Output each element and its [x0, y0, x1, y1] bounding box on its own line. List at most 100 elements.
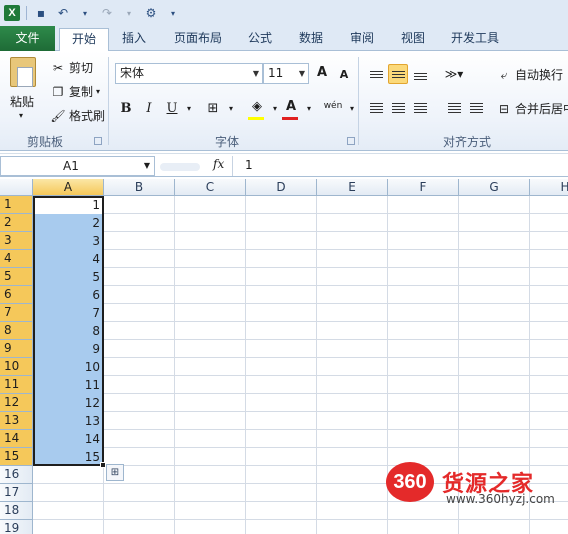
font-size-combo[interactable]: 11 ▼	[263, 63, 309, 84]
name-box-dropdown-icon[interactable]: ▼	[144, 157, 150, 175]
orientation-icon[interactable]: ≫▾	[444, 64, 464, 84]
row-header[interactable]: 11	[0, 376, 33, 394]
cell-a9[interactable]: 9	[33, 340, 104, 358]
tab-insert[interactable]: 插入	[114, 28, 154, 51]
merge-center-button[interactable]: ⊟ 合并后居中	[496, 100, 568, 117]
insert-function-icon[interactable]: fx	[213, 157, 224, 171]
italic-button[interactable]: I	[140, 100, 158, 118]
row-header[interactable]: 5	[0, 268, 33, 286]
row-header[interactable]: 3	[0, 232, 33, 250]
customize-tool-icon[interactable]: ⚙	[143, 5, 159, 21]
increase-indent-icon[interactable]	[466, 98, 486, 118]
tab-review[interactable]: 审阅	[342, 28, 382, 51]
align-left-icon[interactable]	[366, 98, 386, 118]
row-header[interactable]: 10	[0, 358, 33, 376]
column-header-e[interactable]: E	[317, 179, 388, 196]
font-name-combo[interactable]: 宋体 ▼	[115, 63, 263, 84]
formula-input[interactable]: 1	[232, 156, 568, 176]
font-size-dropdown-icon[interactable]: ▼	[299, 64, 305, 83]
column-header-b[interactable]: B	[104, 179, 175, 196]
borders-icon[interactable]: ⊞	[204, 100, 222, 118]
cell-a3[interactable]: 3	[33, 232, 104, 250]
cell-a1[interactable]: 1	[33, 196, 104, 214]
font-color-icon[interactable]: A	[282, 98, 300, 116]
column-header-f[interactable]: F	[388, 179, 459, 196]
shrink-font-button[interactable]: A	[335, 66, 353, 84]
borders-dropdown-icon[interactable]: ▾	[222, 100, 240, 118]
cell-a8[interactable]: 8	[33, 322, 104, 340]
column-header-a[interactable]: A	[33, 179, 104, 196]
tab-file[interactable]: 文件	[0, 26, 55, 51]
row-header[interactable]: 1	[0, 196, 33, 214]
cell-a6[interactable]: 6	[33, 286, 104, 304]
row-header[interactable]: 2	[0, 214, 33, 232]
row-header[interactable]: 9	[0, 340, 33, 358]
select-all-corner[interactable]	[0, 179, 33, 196]
align-middle-icon[interactable]	[388, 64, 408, 84]
row-header[interactable]: 19	[0, 520, 33, 534]
tab-view[interactable]: 视图	[393, 28, 433, 51]
cell-a5[interactable]: 5	[33, 268, 104, 286]
copy-dropdown-icon[interactable]: ▾	[96, 87, 100, 96]
align-bottom-icon[interactable]	[410, 66, 430, 86]
cell-a15[interactable]: 15	[33, 448, 104, 466]
row-header[interactable]: 18	[0, 502, 33, 520]
row-header[interactable]: 8	[0, 322, 33, 340]
formula-bar-resize-handle[interactable]	[160, 163, 200, 171]
qat-dropdown-icon[interactable]: ▾	[165, 5, 181, 21]
copy-button[interactable]: ❐ 复制 ▾	[50, 83, 100, 100]
align-top-icon[interactable]	[366, 64, 386, 84]
row-header[interactable]: 7	[0, 304, 33, 322]
row-header[interactable]: 14	[0, 430, 33, 448]
row-header[interactable]: 17	[0, 484, 33, 502]
format-painter-button[interactable]: 🖌 格式刷	[50, 107, 105, 124]
redo-icon[interactable]: ↷	[99, 5, 115, 21]
align-center-icon[interactable]	[388, 98, 408, 118]
underline-button[interactable]: U	[163, 100, 181, 118]
cell-a14[interactable]: 14	[33, 430, 104, 448]
bold-button[interactable]: B	[117, 100, 135, 118]
cell-a4[interactable]: 4	[33, 250, 104, 268]
name-box[interactable]: A1 ▼	[0, 156, 155, 176]
font-name-dropdown-icon[interactable]: ▼	[253, 64, 259, 83]
phonetic-guide-icon[interactable]: wén	[322, 97, 344, 115]
underline-dropdown-icon[interactable]: ▾	[180, 100, 198, 118]
align-right-icon[interactable]	[410, 98, 430, 118]
cell-a12[interactable]: 12	[33, 394, 104, 412]
column-header-h[interactable]: H	[530, 179, 568, 196]
redo-dropdown-icon[interactable]: ▾	[121, 5, 137, 21]
cell-a2[interactable]: 2	[33, 214, 104, 232]
auto-fill-options-icon[interactable]: ⊞	[106, 464, 124, 481]
font-launcher-icon[interactable]	[347, 137, 355, 145]
row-header[interactable]: 15	[0, 448, 33, 466]
row-header[interactable]: 12	[0, 394, 33, 412]
tab-formulas[interactable]: 公式	[240, 28, 280, 51]
row-header[interactable]: 16	[0, 466, 33, 484]
column-header-c[interactable]: C	[175, 179, 246, 196]
wrap-text-button[interactable]: ⤶ 自动换行	[496, 66, 563, 83]
column-header-g[interactable]: G	[459, 179, 530, 196]
cut-button[interactable]: ✂ 剪切	[50, 59, 93, 76]
tab-data[interactable]: 数据	[291, 28, 331, 51]
paste-dropdown-icon[interactable]: ▾	[19, 111, 23, 120]
grow-font-button[interactable]: A	[313, 64, 331, 82]
row-header[interactable]: 6	[0, 286, 33, 304]
paste-button[interactable]: 粘贴	[10, 93, 34, 110]
tab-developer[interactable]: 开发工具	[443, 28, 507, 51]
decrease-indent-icon[interactable]	[444, 98, 464, 118]
cell-a13[interactable]: 13	[33, 412, 104, 430]
cell-a11[interactable]: 11	[33, 376, 104, 394]
save-icon[interactable]: ▪	[33, 5, 49, 21]
undo-dropdown-icon[interactable]: ▾	[77, 5, 93, 21]
fill-color-icon[interactable]: ◈	[248, 98, 266, 116]
clipboard-launcher-icon[interactable]	[94, 137, 102, 145]
paste-icon[interactable]	[10, 57, 36, 87]
tab-page-layout[interactable]: 页面布局	[166, 28, 230, 51]
cell-a10[interactable]: 10	[33, 358, 104, 376]
font-color-dropdown-icon[interactable]: ▾	[300, 100, 318, 118]
row-header[interactable]: 4	[0, 250, 33, 268]
tab-home[interactable]: 开始	[59, 28, 109, 52]
column-header-d[interactable]: D	[246, 179, 317, 196]
undo-icon[interactable]: ↶	[55, 5, 71, 21]
row-header[interactable]: 13	[0, 412, 33, 430]
